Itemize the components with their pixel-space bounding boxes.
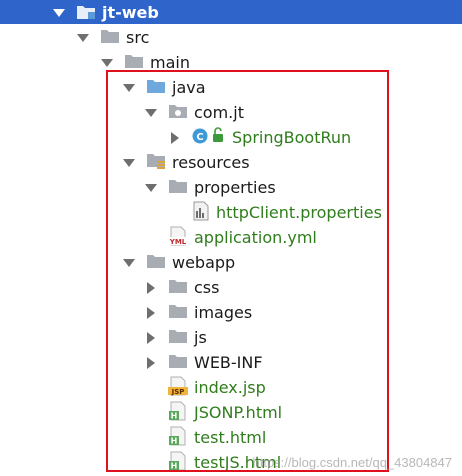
folder-label: js bbox=[194, 328, 207, 347]
folder-icon bbox=[146, 253, 166, 273]
html-file-icon: H bbox=[168, 426, 188, 450]
class-badge: C bbox=[196, 132, 203, 143]
tree-node-class[interactable]: C SpringBootRun bbox=[168, 125, 351, 150]
expand-arrow-icon[interactable] bbox=[144, 281, 158, 295]
expand-arrow-icon[interactable] bbox=[144, 331, 158, 345]
watermark-text: https://blog.csdn.net/qq_43804847 bbox=[252, 455, 453, 470]
yml-badge: YML bbox=[169, 238, 187, 246]
properties-file-icon bbox=[192, 201, 210, 225]
module-folder-icon bbox=[76, 2, 96, 24]
folder-label: webapp bbox=[172, 253, 236, 272]
folder-label: main bbox=[150, 53, 190, 72]
html-badge: H bbox=[171, 411, 178, 420]
folder-icon bbox=[168, 328, 188, 348]
file-label: application.yml bbox=[194, 228, 317, 247]
folder-icon bbox=[168, 178, 188, 198]
collapse-arrow-icon[interactable] bbox=[122, 256, 136, 270]
jsp-file-icon: JSP bbox=[168, 376, 188, 400]
folder-label: properties bbox=[194, 178, 276, 197]
tree-node-web-inf[interactable]: WEB-INF bbox=[144, 350, 263, 375]
folder-icon bbox=[124, 53, 144, 73]
project-label: jt-web bbox=[102, 3, 159, 22]
collapse-arrow-icon[interactable] bbox=[144, 181, 158, 195]
html-file-icon: H bbox=[168, 401, 188, 425]
tree-node-js[interactable]: js bbox=[144, 325, 207, 350]
html-badge: H bbox=[171, 461, 178, 470]
tree-node-index-jsp[interactable]: JSP index.jsp bbox=[168, 375, 266, 400]
package-label: com.jt bbox=[194, 103, 244, 122]
resources-folder-icon bbox=[146, 152, 166, 174]
tree-node-main[interactable]: main bbox=[100, 50, 190, 75]
html-file-icon: H bbox=[168, 451, 188, 475]
folder-icon bbox=[168, 278, 188, 298]
collapse-arrow-icon[interactable] bbox=[122, 81, 136, 95]
expand-arrow-icon[interactable] bbox=[144, 306, 158, 320]
file-label: JSONP.html bbox=[194, 403, 283, 422]
folder-label: css bbox=[194, 278, 220, 297]
folder-label: src bbox=[126, 28, 150, 47]
folder-label: images bbox=[194, 303, 253, 322]
expand-arrow-icon[interactable] bbox=[144, 356, 158, 370]
folder-label: resources bbox=[172, 153, 250, 172]
file-label: test.html bbox=[194, 428, 267, 447]
tree-node-package[interactable]: com.jt bbox=[144, 100, 244, 125]
tree-node-images[interactable]: images bbox=[144, 300, 252, 325]
class-label: SpringBootRun bbox=[232, 128, 352, 147]
folder-icon bbox=[100, 28, 120, 48]
collapse-arrow-icon[interactable] bbox=[144, 106, 158, 120]
file-label: httpClient.properties bbox=[216, 203, 382, 222]
expand-arrow-icon[interactable] bbox=[168, 131, 182, 145]
tree-node-jt-web[interactable]: jt-web bbox=[52, 0, 159, 25]
folder-label: WEB-INF bbox=[194, 353, 263, 372]
collapse-arrow-icon[interactable] bbox=[76, 31, 90, 45]
tree-node-css[interactable]: css bbox=[144, 275, 219, 300]
tree-node-webapp[interactable]: webapp bbox=[122, 250, 235, 275]
folder-label: java bbox=[172, 78, 206, 97]
collapse-arrow-icon[interactable] bbox=[52, 6, 66, 20]
collapse-arrow-icon[interactable] bbox=[122, 156, 136, 170]
tree-node-properties[interactable]: properties bbox=[144, 175, 276, 200]
package-icon bbox=[168, 103, 188, 123]
tree-node-application-yml[interactable]: YML application.yml bbox=[168, 225, 317, 250]
file-label: index.jsp bbox=[194, 378, 266, 397]
tree-node-properties-file[interactable]: httpClient.properties bbox=[192, 200, 382, 225]
folder-icon bbox=[168, 353, 188, 373]
collapse-arrow-icon[interactable] bbox=[100, 56, 114, 70]
spring-class-icon: C bbox=[192, 126, 226, 149]
jsp-badge: JSP bbox=[171, 388, 185, 396]
tree-node-resources[interactable]: resources bbox=[122, 150, 250, 175]
folder-icon bbox=[168, 303, 188, 323]
tree-node-src[interactable]: src bbox=[76, 25, 149, 50]
tree-node-test-html[interactable]: H test.html bbox=[168, 425, 266, 450]
tree-node-jsonp-html[interactable]: H JSONP.html bbox=[168, 400, 282, 425]
html-badge: H bbox=[171, 436, 178, 445]
yml-file-icon: YML bbox=[168, 226, 188, 250]
source-folder-icon bbox=[146, 78, 166, 98]
tree-node-java[interactable]: java bbox=[122, 75, 206, 100]
